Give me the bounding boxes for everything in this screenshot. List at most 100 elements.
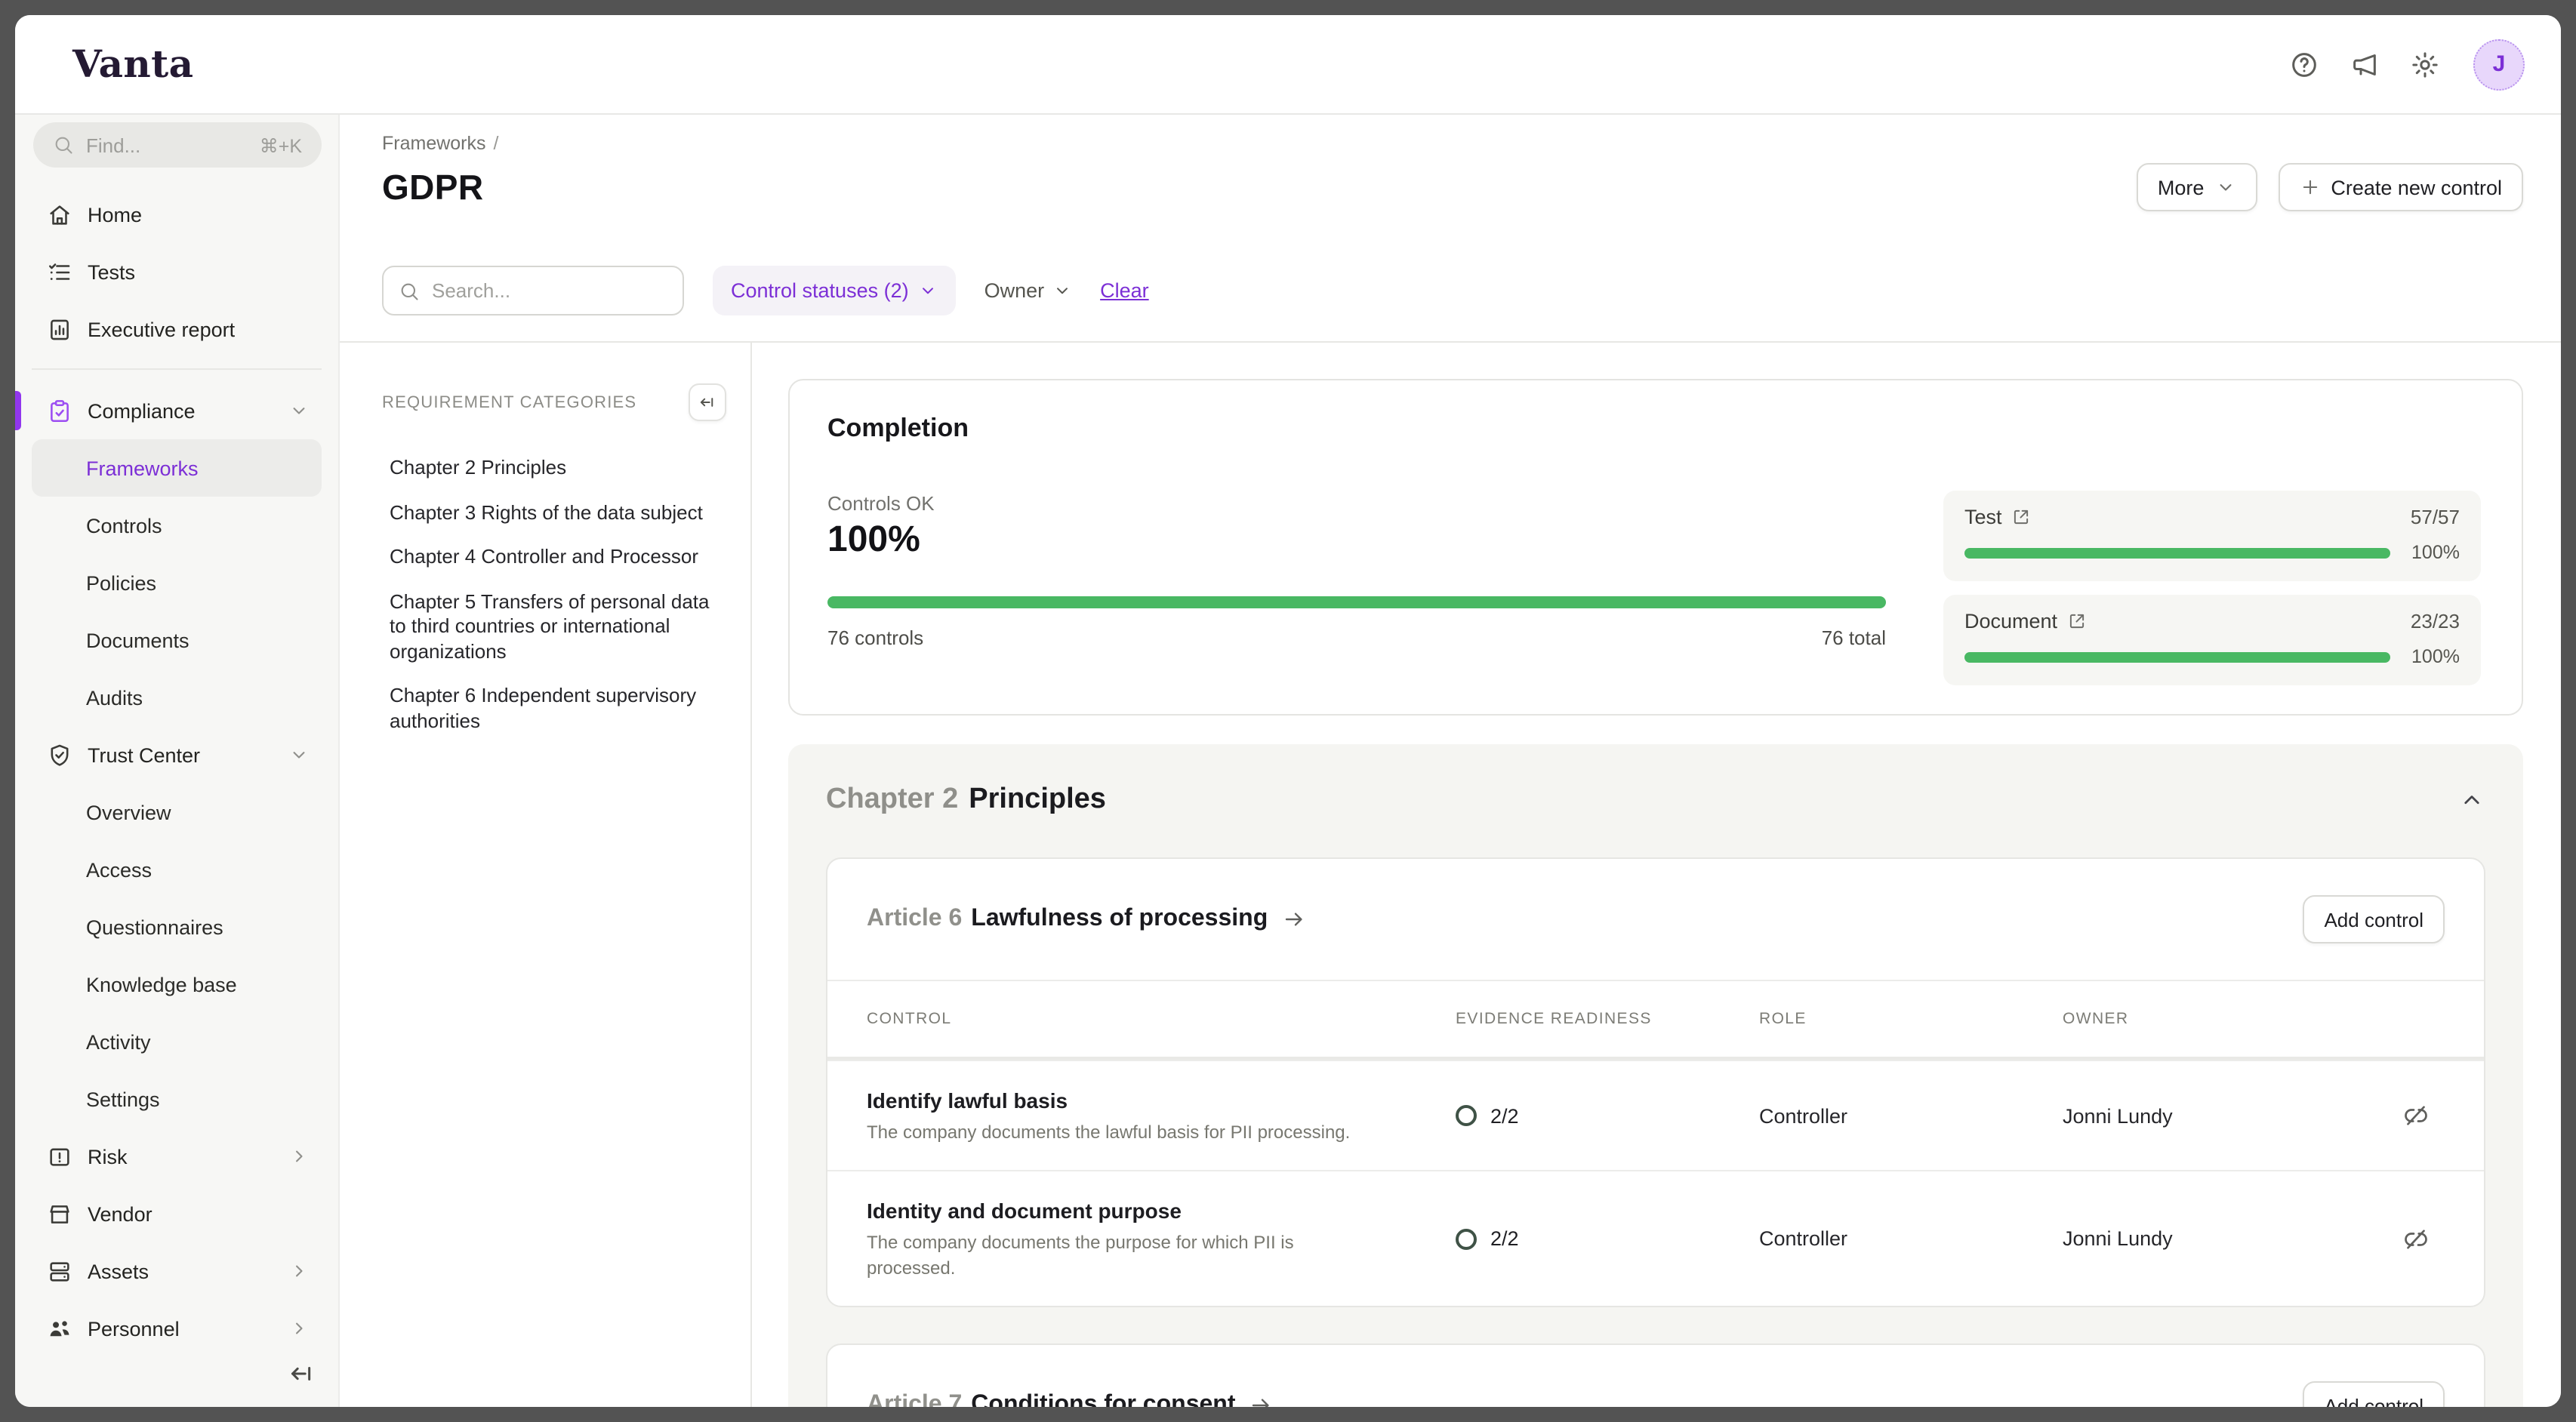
sidebar-item-frameworks[interactable]: Frameworks xyxy=(32,439,322,497)
sidebar-item-home[interactable]: Home xyxy=(32,186,322,243)
search-icon xyxy=(399,280,420,301)
article-7-link[interactable]: Article 7 Conditions for consent xyxy=(867,1392,1274,1407)
sidebar-item-executive-report[interactable]: Executive report xyxy=(32,300,322,358)
sidebar-nav: Home Tests Executive report Compliance xyxy=(15,186,338,1407)
avatar[interactable]: J xyxy=(2473,38,2525,90)
test-link[interactable]: Test xyxy=(1964,506,2031,528)
collapse-left-icon xyxy=(698,392,717,412)
sidebar-item-settings[interactable]: Settings xyxy=(32,1070,322,1128)
unlink-control-button[interactable] xyxy=(2402,1102,2430,1129)
external-link-icon xyxy=(2011,507,2031,527)
sidebar-item-controls[interactable]: Controls xyxy=(32,497,322,554)
requirement-categories-panel: REQUIREMENT CATEGORIES Chapter 2 Princip… xyxy=(340,343,752,1407)
evidence-readiness: 2/2 xyxy=(1490,1227,1519,1250)
storefront-icon xyxy=(47,1201,72,1227)
owner-cell: Jonni Lundy xyxy=(2063,1104,2402,1127)
breadcrumb-frameworks[interactable]: Frameworks xyxy=(382,133,486,154)
sidebar-collapse-button[interactable] xyxy=(287,1359,317,1389)
category-list: Chapter 2 Principles Chapter 3 Rights of… xyxy=(382,456,726,734)
category-item[interactable]: Chapter 2 Principles xyxy=(390,456,726,481)
control-name[interactable]: Identity and document purpose xyxy=(867,1196,1456,1226)
sidebar-item-policies[interactable]: Policies xyxy=(32,554,322,611)
table-row[interactable]: Identify lawful basis The company docume… xyxy=(827,1060,2484,1170)
create-new-control-button[interactable]: Create new control xyxy=(2278,163,2523,211)
table-row[interactable]: Identity and document purpose The compan… xyxy=(827,1170,2484,1306)
topbar: Vanta J xyxy=(15,15,2561,115)
categories-collapse-button[interactable] xyxy=(689,383,726,421)
sidebar-item-overview[interactable]: Overview xyxy=(32,783,322,841)
article-6-card: Article 6 Lawfulness of processing Add c… xyxy=(826,857,2485,1307)
document-progress-bar xyxy=(1964,651,2390,662)
sidebar-item-personnel[interactable]: Personnel xyxy=(32,1300,322,1357)
completion-title: Completion xyxy=(827,414,2484,444)
plus-icon xyxy=(2299,177,2320,198)
document-link[interactable]: Document xyxy=(1964,610,2086,633)
add-control-button[interactable]: Add control xyxy=(2303,1381,2445,1407)
sidebar-item-risk[interactable]: Risk xyxy=(32,1128,322,1185)
sidebar-item-documents[interactable]: Documents xyxy=(32,611,322,669)
sidebar-item-vendor[interactable]: Vendor xyxy=(32,1185,322,1242)
unlink-icon xyxy=(2402,1102,2430,1129)
breadcrumb: Frameworks / xyxy=(382,133,2523,154)
completion-tiles: Test 57/57 100% xyxy=(1943,491,2481,685)
framework-content: Completion Controls OK 100% 76 controls … xyxy=(752,343,2561,1407)
search-input[interactable] xyxy=(432,279,667,302)
evidence-ring-icon xyxy=(1456,1105,1477,1126)
sidebar-item-assets[interactable]: Assets xyxy=(32,1242,322,1300)
filter-bar: Control statuses (2) Owner Clear xyxy=(340,266,2561,315)
category-item[interactable]: Chapter 4 Controller and Processor xyxy=(390,545,726,570)
search-input-wrapper[interactable] xyxy=(382,266,684,315)
article-6-link[interactable]: Article 6 Lawfulness of processing xyxy=(867,906,1305,933)
chevron-up-icon xyxy=(2458,786,2485,814)
sidebar-divider xyxy=(32,368,322,370)
external-link-icon xyxy=(2066,611,2086,631)
sidebar-item-audits[interactable]: Audits xyxy=(32,669,322,726)
chevron-down-icon xyxy=(1052,281,1071,300)
chevron-down-icon xyxy=(918,281,938,300)
avatar-initial: J xyxy=(2493,51,2506,77)
evidence-ring-icon xyxy=(1456,1228,1477,1249)
document-progress-tile: Document 23/23 100% xyxy=(1943,595,2481,685)
main-area: Frameworks/ GDPR More Create new control xyxy=(340,115,2561,1407)
more-button[interactable]: More xyxy=(2137,163,2257,211)
breadcrumb-separator: / xyxy=(494,133,499,154)
vanta-logo: Vanta xyxy=(72,42,193,86)
document-percent: 100% xyxy=(2405,646,2460,667)
clear-filters-link[interactable]: Clear xyxy=(1100,279,1149,302)
find-shortcut: ⌘+K xyxy=(260,134,302,156)
find-input[interactable]: Find... ⌘+K xyxy=(33,122,322,168)
sidebar-item-tests[interactable]: Tests xyxy=(32,243,322,300)
owner-filter[interactable]: Owner xyxy=(984,279,1072,302)
gear-icon[interactable] xyxy=(2410,49,2440,79)
control-statuses-filter[interactable]: Control statuses (2) xyxy=(713,266,956,315)
help-icon[interactable] xyxy=(2289,49,2319,79)
controls-total: 76 total xyxy=(1822,626,1886,649)
control-description: The company documents the purpose for wh… xyxy=(867,1230,1380,1282)
sidebar-item-activity[interactable]: Activity xyxy=(32,1013,322,1070)
unlink-control-button[interactable] xyxy=(2402,1225,2430,1252)
category-item[interactable]: Chapter 5 Transfers of personal data to … xyxy=(390,589,726,664)
control-name[interactable]: Identify lawful basis xyxy=(867,1085,1456,1116)
evidence-readiness: 2/2 xyxy=(1490,1104,1519,1127)
chapter-collapse-button[interactable] xyxy=(2458,786,2485,814)
category-item[interactable]: Chapter 6 Independent supervisory author… xyxy=(390,684,726,734)
test-percent: 100% xyxy=(2405,542,2460,563)
owner-cell: Jonni Lundy xyxy=(2063,1227,2402,1250)
risk-alert-icon xyxy=(47,1143,72,1169)
sidebar-item-access[interactable]: Access xyxy=(32,841,322,898)
sidebar: Find... ⌘+K Home Tests Executive xyxy=(15,115,340,1407)
sidebar-item-trust-center[interactable]: Trust Center xyxy=(32,726,322,783)
sidebar-item-questionnaires[interactable]: Questionnaires xyxy=(32,898,322,956)
report-icon xyxy=(47,316,72,342)
page-header: Frameworks/ GDPR More Create new control xyxy=(340,115,2561,210)
chevron-down-icon xyxy=(2214,177,2236,198)
category-item[interactable]: Chapter 3 Rights of the data subject xyxy=(390,500,726,525)
sidebar-item-compliance[interactable]: Compliance xyxy=(32,382,322,439)
add-control-button[interactable]: Add control xyxy=(2303,895,2445,943)
server-stack-icon xyxy=(47,1258,72,1284)
arrow-right-icon xyxy=(1281,907,1305,931)
sidebar-item-knowledge-base[interactable]: Knowledge base xyxy=(32,956,322,1013)
app-window: Vanta J Find... xyxy=(15,15,2561,1407)
megaphone-icon[interactable] xyxy=(2350,49,2380,79)
shield-check-icon xyxy=(47,742,72,768)
